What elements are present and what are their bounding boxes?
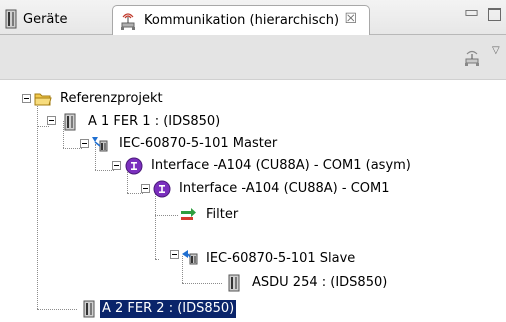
minimize-icon[interactable]: ▭ <box>464 2 479 21</box>
interface-icon <box>153 180 171 198</box>
tab-label: Kommunikation (hierarchisch) <box>144 13 340 28</box>
tree-guide <box>182 283 222 284</box>
tree-guide <box>155 259 159 260</box>
tree-item-interface-asym[interactable]: Interface -A104 (CU88A) - COM1 (asym) <box>149 157 413 175</box>
tree-guide <box>95 170 114 171</box>
tab-label: Geräte <box>23 11 68 27</box>
tree-item-iec-master[interactable]: IEC-60870-5-101 Master <box>117 135 279 153</box>
collapse-toggle-icon[interactable] <box>170 250 179 259</box>
communication-view: Geräte Kommunikation (hierarchisch) ☒ ▭ <box>0 0 506 322</box>
hierarchy-tree: Referenzprojekt A 1 FER 1 : (IDS850) IEC… <box>0 80 506 322</box>
device-icon <box>61 113 79 131</box>
device-icon <box>225 274 243 292</box>
tree-guide <box>155 190 156 259</box>
close-icon[interactable]: ☒ <box>344 11 357 27</box>
collapse-toggle-icon[interactable] <box>141 184 150 193</box>
tree-item-a1-fer1[interactable]: A 1 FER 1 : (IDS850) <box>86 113 222 131</box>
view-menu-chevron-icon[interactable]: ▽ <box>492 45 500 56</box>
protocol-slave-icon <box>181 248 199 266</box>
filter-icon <box>180 206 198 224</box>
tree-guide <box>155 215 178 216</box>
protocol-master-icon <box>91 135 109 153</box>
tree-guide <box>37 126 49 127</box>
folder-icon <box>34 90 52 108</box>
tree-guide <box>127 193 143 194</box>
interface-icon <box>125 157 143 175</box>
device-icon <box>4 9 18 29</box>
view-tab-bar: Geräte Kommunikation (hierarchisch) ☒ ▭ <box>0 0 506 35</box>
collapse-toggle-icon[interactable] <box>47 116 56 125</box>
view-toolbar: ▽ <box>0 35 506 80</box>
collapse-toggle-icon[interactable] <box>22 94 31 103</box>
tree-item-filter[interactable]: Filter <box>204 206 240 224</box>
tab-geraete[interactable]: Geräte <box>4 5 67 33</box>
collapse-toggle-icon[interactable] <box>80 139 89 148</box>
tree-item-asdu-254[interactable]: ASDU 254 : (IDS850) <box>250 274 389 292</box>
tree-guide <box>63 148 82 149</box>
tree-item-interface[interactable]: Interface -A104 (CU88A) - COM1 <box>177 180 392 198</box>
collapse-toggle-icon[interactable] <box>112 161 121 170</box>
tree-guide <box>37 96 38 309</box>
tree-item-referenzprojekt[interactable]: Referenzprojekt <box>58 90 165 108</box>
tree-guide <box>37 309 77 310</box>
tree-item-iec-slave[interactable]: IEC-60870-5-101 Slave <box>204 250 357 268</box>
network-filter-icon[interactable] <box>462 49 482 67</box>
tab-kommunikation[interactable]: Kommunikation (hierarchisch) ☒ <box>112 5 370 35</box>
tree-item-a2-fer2[interactable]: A 2 FER 2 : (IDS850) <box>100 300 237 318</box>
device-icon <box>80 300 98 318</box>
maximize-icon[interactable] <box>488 8 501 21</box>
network-icon <box>118 11 138 31</box>
